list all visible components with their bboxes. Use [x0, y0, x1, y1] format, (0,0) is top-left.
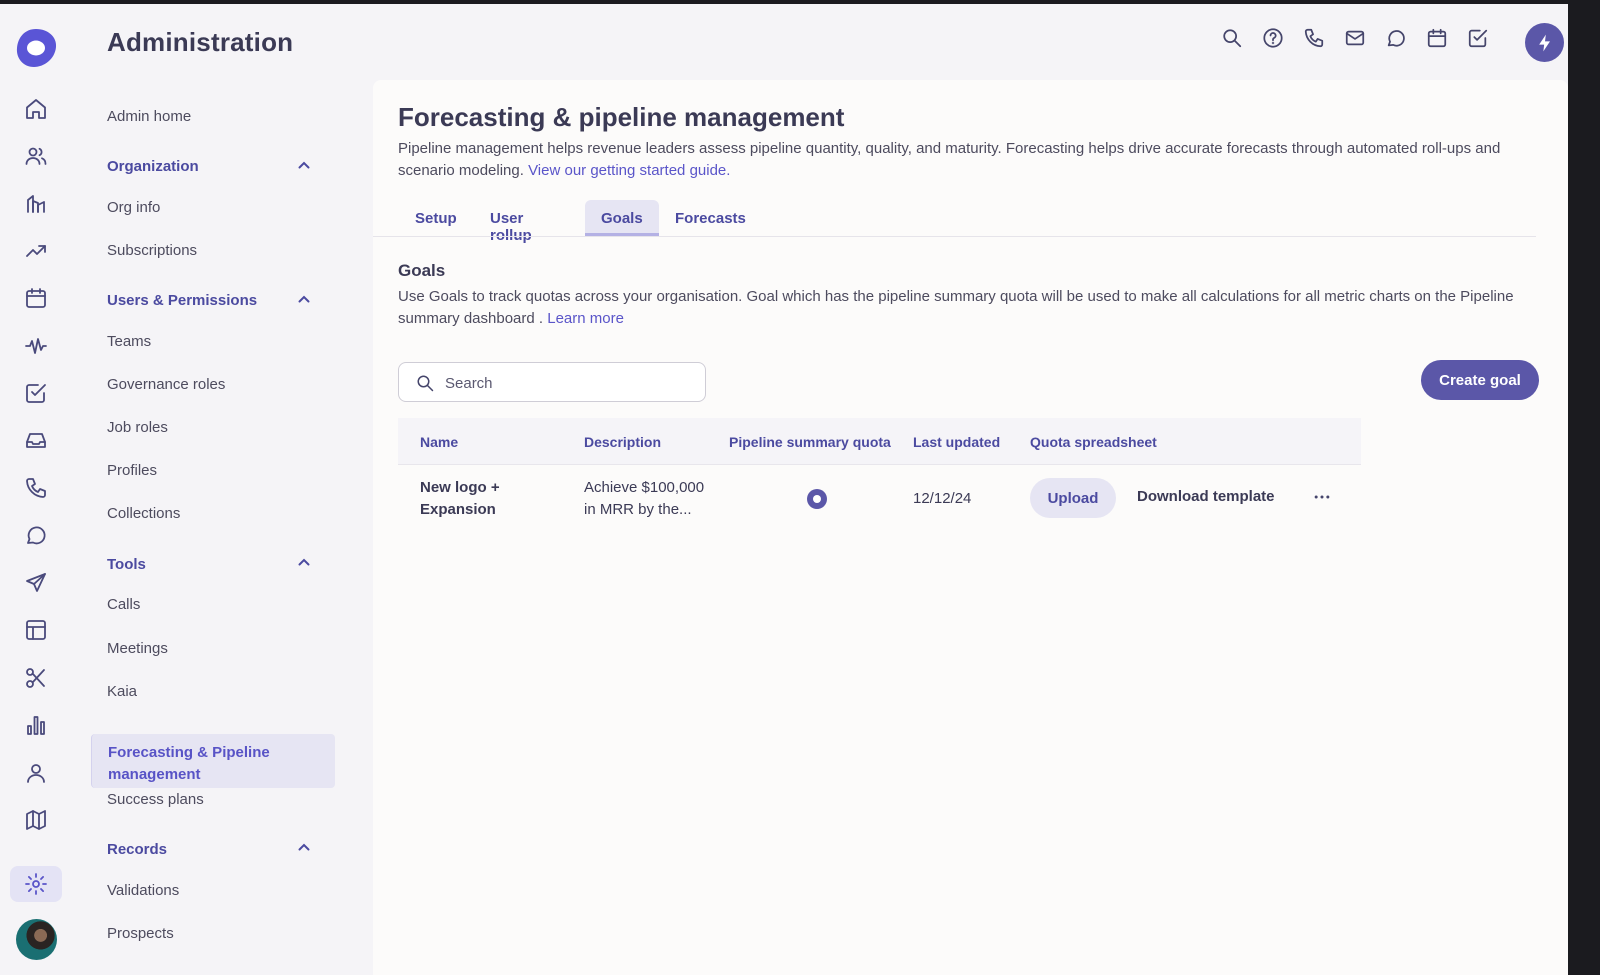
tab-user-rollup[interactable]: User rollup — [474, 200, 548, 244]
nav-forecasting-pipeline-label: Forecasting & Pipeline management — [108, 744, 270, 783]
column-header-description[interactable]: Description — [584, 434, 661, 450]
window-top-edge — [0, 0, 1600, 4]
calendar-icon[interactable] — [1423, 24, 1451, 52]
goal-name-line2: Expansion — [420, 501, 496, 518]
nav-section-organization[interactable]: Organization — [107, 158, 199, 175]
inbox-icon[interactable] — [20, 424, 52, 456]
getting-started-link[interactable]: View our getting started guide. — [528, 162, 730, 179]
accounts-icon[interactable] — [20, 188, 52, 220]
more-options-icon[interactable] — [1310, 485, 1334, 509]
bolt-icon[interactable] — [1525, 23, 1564, 62]
nav-calls[interactable]: Calls — [107, 596, 140, 613]
goal-description-line2: in MRR by the... — [584, 501, 692, 518]
calendar-icon[interactable] — [20, 282, 52, 314]
icon-rail — [0, 4, 72, 975]
nav-collections[interactable]: Collections — [107, 505, 180, 522]
nav-validations[interactable]: Validations — [107, 882, 179, 899]
tab-setup[interactable]: Setup — [399, 200, 473, 236]
chat-icon[interactable] — [20, 519, 52, 551]
nav-prospects[interactable]: Prospects — [107, 925, 174, 942]
chart-icon[interactable] — [20, 709, 52, 741]
tab-forecasts[interactable]: Forecasts — [659, 200, 762, 236]
table-row[interactable]: New logo + Expansion Achieve $100,000 in… — [398, 465, 1361, 535]
goal-name-line1: New logo + — [420, 479, 500, 496]
pipeline-quota-radio[interactable] — [807, 489, 827, 509]
column-header-pipeline-quota[interactable]: Pipeline summary quota — [729, 434, 891, 450]
scissors-icon[interactable] — [20, 662, 52, 694]
column-header-last-updated[interactable]: Last updated — [913, 434, 1000, 450]
nav-subscriptions[interactable]: Subscriptions — [107, 242, 197, 259]
chevron-up-icon[interactable] — [298, 161, 310, 169]
goal-description-line1: Achieve $100,000 — [584, 479, 705, 496]
nav-profiles[interactable]: Profiles — [107, 462, 157, 479]
download-template-button[interactable]: Download template — [1137, 488, 1275, 505]
window-right-edge — [1568, 0, 1600, 975]
nav-meetings[interactable]: Meetings — [107, 640, 168, 657]
create-goal-button[interactable]: Create goal — [1421, 360, 1539, 400]
table-header: Name Description Pipeline summary quota … — [398, 418, 1361, 465]
app-title: Administration — [107, 27, 294, 57]
user-avatar[interactable] — [16, 919, 57, 960]
people-icon[interactable] — [20, 140, 52, 172]
search-icon — [417, 375, 434, 392]
settings-icon[interactable] — [10, 866, 62, 902]
nav-admin-home[interactable]: Admin home — [107, 108, 191, 125]
search-input[interactable] — [445, 372, 685, 394]
nav-org-info[interactable]: Org info — [107, 199, 160, 216]
map-icon[interactable] — [20, 804, 52, 836]
goal-last-updated: 12/12/24 — [913, 490, 972, 507]
nav-success-plans[interactable]: Success plans — [107, 791, 204, 808]
activity-icon[interactable] — [20, 330, 52, 362]
chevron-up-icon[interactable] — [298, 295, 310, 303]
nav-section-tools[interactable]: Tools — [107, 556, 146, 573]
goal-description: Achieve $100,000 in MRR by the... — [584, 477, 704, 521]
home-icon[interactable] — [20, 93, 52, 125]
chat-icon[interactable] — [1382, 24, 1410, 52]
nav-section-records[interactable]: Records — [107, 841, 167, 858]
task-icon[interactable] — [1464, 24, 1492, 52]
column-header-quota-spreadsheet[interactable]: Quota spreadsheet — [1030, 434, 1157, 450]
header-toolbar — [1218, 24, 1492, 52]
goals-description: Use Goals to track quotas across your or… — [398, 286, 1538, 330]
goal-name[interactable]: New logo + Expansion — [420, 477, 500, 521]
nav-governance-roles[interactable]: Governance roles — [107, 376, 225, 393]
main-panel: Forecasting & pipeline management Pipeli… — [373, 80, 1568, 975]
search-icon[interactable] — [1218, 24, 1246, 52]
nav-kaia[interactable]: Kaia — [107, 683, 137, 700]
learn-more-link[interactable]: Learn more — [547, 310, 624, 327]
layout-icon[interactable] — [20, 614, 52, 646]
chevron-up-icon[interactable] — [298, 843, 310, 851]
tasks-icon[interactable] — [20, 377, 52, 409]
nav-job-roles[interactable]: Job roles — [107, 419, 168, 436]
phone-icon[interactable] — [20, 472, 52, 504]
tab-goals[interactable]: Goals — [585, 200, 659, 236]
page-intro: Pipeline management helps revenue leader… — [398, 138, 1513, 182]
page-title: Forecasting & pipeline management — [398, 102, 845, 132]
nav-teams[interactable]: Teams — [107, 333, 151, 350]
nav-forecasting-pipeline[interactable]: Forecasting & Pipeline management — [91, 734, 335, 788]
phone-icon[interactable] — [1300, 24, 1328, 52]
chevron-up-icon[interactable] — [298, 558, 310, 566]
column-header-name[interactable]: Name — [420, 434, 458, 450]
nav-section-users-permissions[interactable]: Users & Permissions — [107, 292, 257, 309]
app-logo-icon[interactable] — [14, 27, 58, 69]
search-box — [398, 362, 706, 402]
person-icon[interactable] — [20, 757, 52, 789]
upload-button[interactable]: Upload — [1030, 478, 1116, 518]
mail-icon[interactable] — [1341, 24, 1369, 52]
goals-heading: Goals — [398, 261, 446, 280]
trending-icon[interactable] — [20, 235, 52, 267]
help-icon[interactable] — [1259, 24, 1287, 52]
tab-divider — [373, 236, 1536, 237]
send-icon[interactable] — [20, 567, 52, 599]
